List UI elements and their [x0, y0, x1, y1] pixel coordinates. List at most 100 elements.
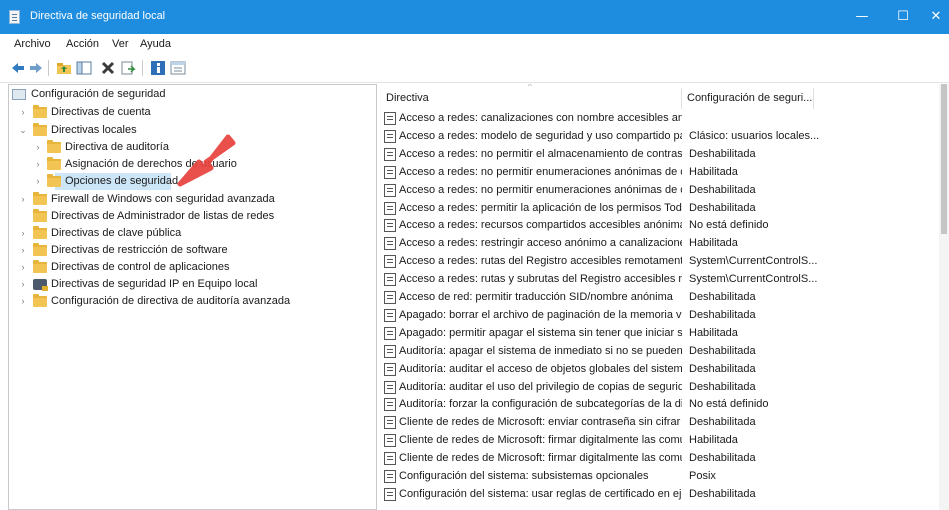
folder-icon — [33, 192, 47, 205]
policy-row[interactable]: Acceso a redes: permitir la aplicación d… — [381, 200, 938, 217]
policy-name: Apagado: borrar el archivo de paginación… — [399, 308, 682, 321]
policy-icon — [384, 147, 396, 161]
policy-list[interactable]: ^ Directiva Configuración de seguri... A… — [381, 84, 949, 510]
policy-setting: Habilitada — [689, 165, 738, 178]
column-header-directiva[interactable]: Directiva — [381, 88, 682, 109]
vertical-scrollbar[interactable] — [939, 84, 949, 510]
chevron-right-icon[interactable]: › — [33, 139, 43, 156]
policy-icon — [384, 434, 396, 448]
policy-row[interactable]: Cliente de redes de Microsoft: firmar di… — [381, 450, 938, 467]
policy-setting: Deshabilitada — [689, 291, 756, 303]
policy-name: Cliente de redes de Microsoft: firmar di… — [399, 452, 682, 465]
chevron-right-icon[interactable]: › — [18, 104, 28, 121]
policy-icon — [384, 237, 396, 251]
policy-row[interactable]: Acceso a redes: no permitir el almacenam… — [381, 146, 938, 163]
chevron-right-icon[interactable]: › — [18, 276, 28, 293]
policy-setting: Deshabilitada — [689, 452, 756, 465]
chevron-right-icon[interactable]: › — [18, 259, 28, 276]
chevron-right-icon[interactable]: › — [33, 156, 43, 173]
tree-item-opciones-de-seguridad[interactable]: › Opciones de seguridad — [9, 173, 369, 190]
policy-row[interactable]: Auditoría: forzar la configuración de su… — [381, 396, 938, 413]
chevron-right-icon[interactable]: › — [18, 191, 28, 208]
policy-row[interactable]: Auditoría: apagar el sistema de inmediat… — [381, 343, 938, 360]
policy-row[interactable]: Acceso a redes: restringir acceso anónim… — [381, 235, 938, 252]
menu-ayuda[interactable]: Ayuda — [140, 38, 171, 50]
delete-icon[interactable] — [100, 60, 116, 76]
chevron-right-icon[interactable]: › — [33, 173, 43, 190]
title-bar[interactable]: Directiva de seguridad local — ☐ ✕ — [0, 0, 949, 34]
policy-icon — [384, 201, 396, 215]
up-folder-icon[interactable] — [56, 60, 72, 76]
forward-icon[interactable] — [28, 60, 44, 76]
help-icon[interactable] — [150, 60, 166, 76]
chevron-right-icon[interactable]: › — [18, 293, 28, 310]
scrollbar-thumb[interactable] — [941, 84, 947, 234]
chevron-down-icon[interactable]: ⌄ — [18, 122, 28, 139]
folder-icon — [33, 226, 47, 239]
policy-icon — [384, 129, 396, 143]
policy-name: Acceso de red: permitir traducción SID/n… — [399, 291, 673, 303]
policy-icon — [384, 273, 396, 287]
policy-name: Auditoría: auditar el acceso de objetos … — [399, 362, 682, 375]
chevron-right-icon[interactable]: › — [18, 242, 28, 259]
policy-row[interactable]: Acceso de red: permitir traducción SID/n… — [381, 289, 938, 306]
policy-name: Auditoría: auditar el uso del privilegio… — [399, 380, 682, 393]
menu-ver[interactable]: Ver — [112, 38, 129, 50]
policy-icon — [384, 487, 396, 501]
policy-row[interactable]: Configuración del sistema: usar reglas d… — [381, 486, 938, 503]
policy-row[interactable]: Acceso a redes: recursos compartidos acc… — [381, 217, 938, 234]
policy-name: Acceso a redes: no permitir el almacenam… — [399, 147, 682, 160]
chevron-right-icon[interactable]: › — [18, 225, 28, 242]
back-icon[interactable] — [10, 60, 26, 76]
tree-item-clave-publica[interactable]: › Directivas de clave pública — [9, 225, 369, 242]
policy-row[interactable]: Apagado: borrar el archivo de paginación… — [381, 307, 938, 324]
folder-icon — [33, 123, 47, 136]
policy-row[interactable]: Cliente de redes de Microsoft: enviar co… — [381, 414, 938, 431]
policy-setting: Deshabilitada — [689, 147, 756, 160]
policy-row[interactable]: Acceso a redes: rutas y subrutas del Reg… — [381, 271, 938, 288]
policy-name: Configuración del sistema: usar reglas d… — [399, 487, 682, 500]
policy-row[interactable]: Acceso a redes: canalizaciones con nombr… — [381, 110, 938, 127]
policy-setting: No está definido — [689, 398, 769, 411]
policy-row[interactable]: Auditoría: auditar el acceso de objetos … — [381, 361, 938, 378]
policy-row[interactable]: Acceso a redes: no permitir enumeracione… — [381, 164, 938, 181]
policy-row[interactable]: Acceso a redes: modelo de seguridad y us… — [381, 128, 938, 145]
tree-item-directiva-de-auditoria[interactable]: › Directiva de auditoría — [9, 139, 369, 156]
tree-item-control-aplicaciones[interactable]: › Directivas de control de aplicaciones — [9, 259, 369, 276]
column-header-configuracion[interactable]: Configuración de seguri... — [682, 88, 814, 109]
show-hide-tree-icon[interactable] — [76, 60, 92, 76]
minimize-button[interactable]: — — [839, 0, 885, 34]
menu-accion[interactable]: Acción — [66, 38, 99, 50]
policy-setting: Clásico: usuarios locales... — [689, 129, 819, 142]
policy-row[interactable]: Cliente de redes de Microsoft: firmar di… — [381, 432, 938, 449]
tree-item-auditoria-avanzada[interactable]: › Configuración de directiva de auditorí… — [9, 293, 369, 310]
tree-item-firewall[interactable]: › Firewall de Windows con seguridad avan… — [9, 191, 369, 208]
policy-row[interactable]: Apagado: permitir apagar el sistema sin … — [381, 325, 938, 342]
close-button[interactable]: ✕ — [913, 0, 949, 34]
tree-item-asignacion-de-derechos[interactable]: › Asignación de derechos de usuario — [9, 156, 369, 173]
folder-icon — [47, 140, 61, 153]
policy-name: Acceso a redes: restringir acceso anónim… — [399, 237, 682, 250]
policy-row[interactable]: Acceso a redes: no permitir enumeracione… — [381, 182, 938, 199]
console-tree[interactable]: Configuración de seguridad › Directivas … — [8, 84, 377, 510]
export-list-icon[interactable] — [120, 60, 136, 76]
policy-row[interactable]: Auditoría: auditar el uso del privilegio… — [381, 379, 938, 396]
properties-icon[interactable] — [170, 60, 186, 76]
tree-root[interactable]: Configuración de seguridad — [9, 86, 369, 103]
menu-archivo[interactable]: Archivo — [14, 38, 51, 50]
policy-name: Acceso a redes: permitir la aplicación d… — [399, 201, 682, 214]
tree-item-administrador-listas-redes[interactable]: Directivas de Administrador de listas de… — [9, 208, 369, 225]
folder-icon — [33, 209, 47, 222]
policy-icon — [384, 470, 396, 483]
tree-item-restriccion-software[interactable]: › Directivas de restricción de software — [9, 242, 369, 259]
tree-item-directivas-de-cuenta[interactable]: › Directivas de cuenta — [9, 104, 369, 121]
policy-name: Configuración del sistema: subsistemas o… — [399, 470, 649, 482]
tree-item-directivas-locales[interactable]: ⌄ Directivas locales — [9, 122, 369, 139]
policy-row[interactable]: Configuración del sistema: subsistemas o… — [381, 468, 938, 485]
policy-row[interactable]: Acceso a redes: rutas del Registro acces… — [381, 253, 938, 270]
tree-item-seguridad-ip[interactable]: › Directivas de seguridad IP en Equipo l… — [9, 276, 369, 293]
security-policy-app-icon — [9, 10, 20, 24]
policy-icon — [384, 362, 396, 376]
ip-security-icon — [33, 279, 48, 291]
policy-setting: Deshabilitada — [689, 308, 756, 321]
